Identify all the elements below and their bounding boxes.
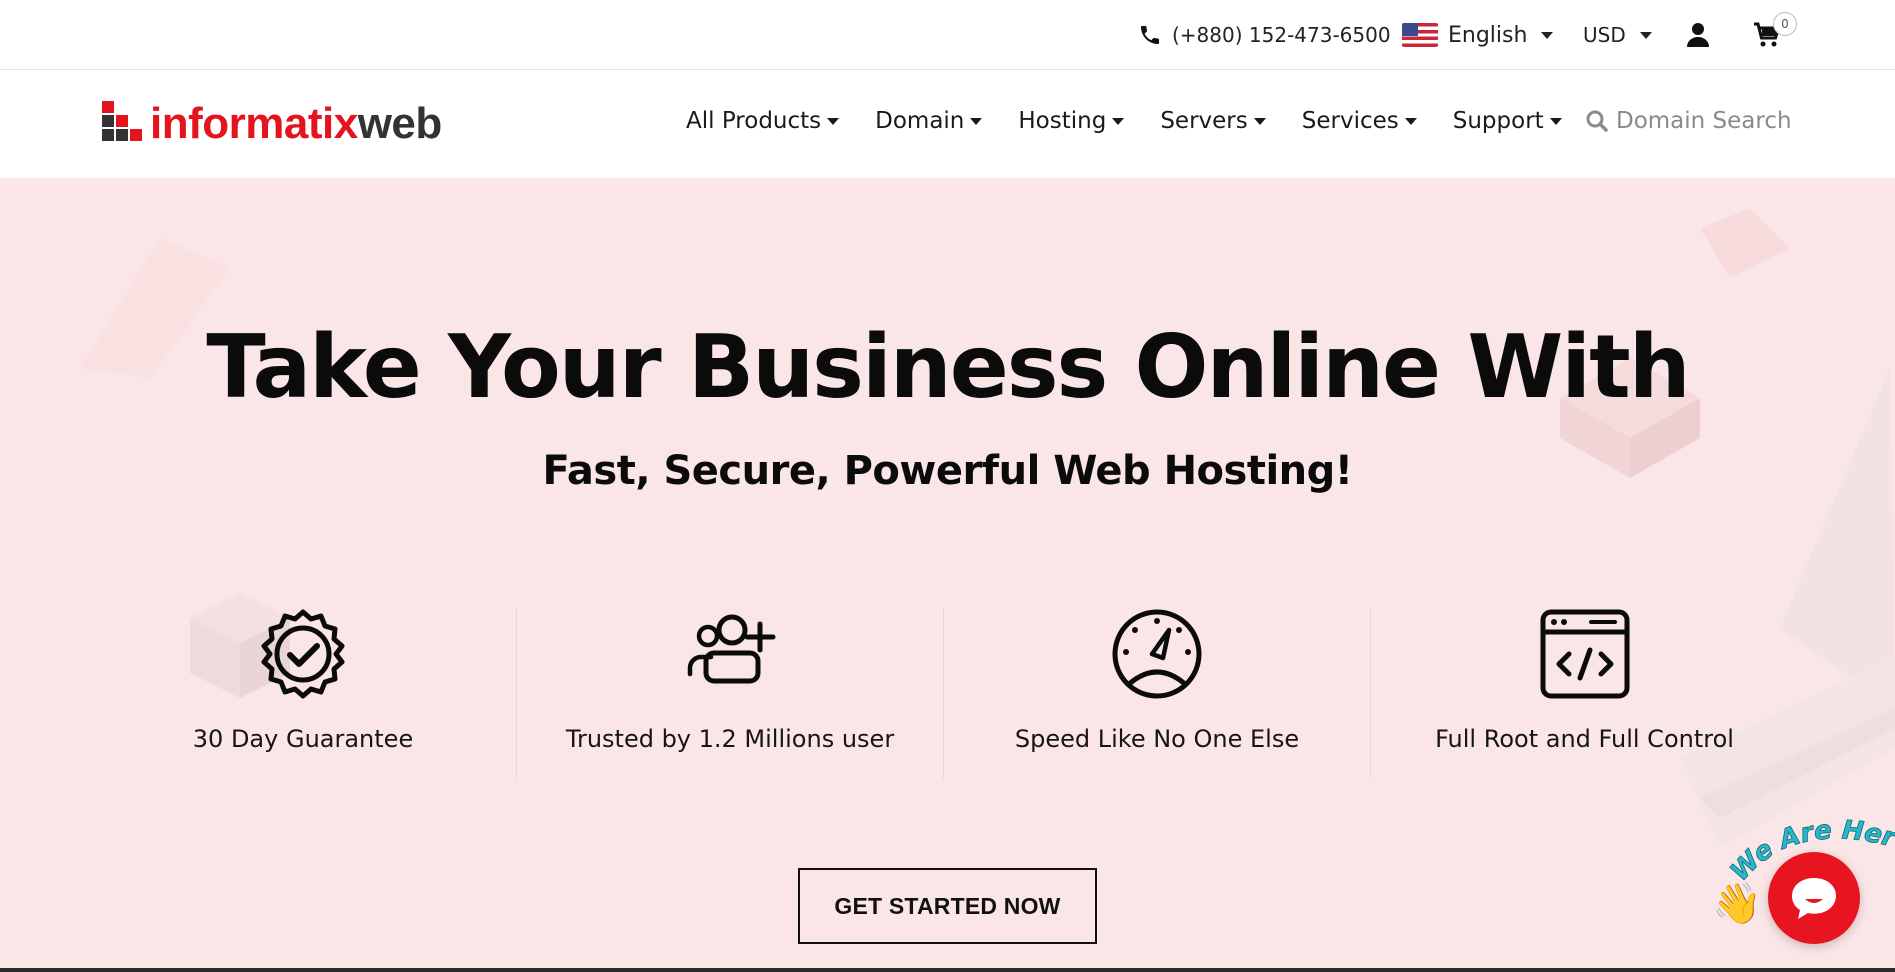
language-selector[interactable]: English xyxy=(1402,18,1554,52)
hero-subtitle: Fast, Secure, Powerful Web Hosting! xyxy=(542,448,1353,494)
domain-search-label: Domain Search xyxy=(1616,108,1792,134)
currency-label: USD xyxy=(1583,23,1626,47)
chevron-down-icon xyxy=(1541,31,1554,39)
logo-wordmark: informatixweb xyxy=(150,102,442,146)
phone-number: (+880) 152-473-6500 xyxy=(1172,23,1391,47)
phone-icon xyxy=(1141,26,1159,44)
badge-check-icon xyxy=(261,609,345,699)
speedometer-icon xyxy=(1112,609,1202,699)
user-plus-icon xyxy=(687,614,776,684)
hero-section: Take Your Business Online With Fast, Sec… xyxy=(0,178,1895,972)
chevron-down-icon xyxy=(1404,117,1417,125)
nav-label: Support xyxy=(1452,108,1544,134)
currency-selector[interactable]: USD xyxy=(1583,18,1652,52)
feature-item: Speed Like No One Else xyxy=(944,608,1371,778)
chevron-down-icon xyxy=(1253,117,1266,125)
chat-button[interactable] xyxy=(1768,852,1860,944)
us-flag-icon xyxy=(1402,23,1438,47)
cart-count-badge: 0 xyxy=(1773,12,1797,36)
feature-list: 30 Day Guarantee Trusted by 1.2 Millions… xyxy=(90,608,1800,778)
user-icon xyxy=(1687,23,1709,47)
nav-label: Servers xyxy=(1160,108,1248,134)
feature-item: Trusted by 1.2 Millions user xyxy=(517,608,944,778)
site-logo[interactable]: informatixweb xyxy=(102,100,442,148)
account-button[interactable] xyxy=(1686,18,1710,52)
search-icon xyxy=(1586,110,1608,132)
page-bottom-divider xyxy=(0,968,1895,972)
language-label: English xyxy=(1448,22,1528,48)
logo-mark-icon xyxy=(102,101,148,147)
nav-label: All Products xyxy=(686,108,822,134)
logo-text-red: informatix xyxy=(150,99,358,148)
main-navbar: informatixweb All Products Domain Hostin… xyxy=(0,70,1895,178)
domain-search-link[interactable]: Domain Search xyxy=(1586,108,1792,134)
phone-contact[interactable]: (+880) 152-473-6500 xyxy=(1138,18,1391,52)
waving-hand-icon: 👋 xyxy=(1712,881,1762,927)
decorative-shape-right xyxy=(1700,208,1790,278)
chevron-down-icon xyxy=(970,117,983,125)
chevron-down-icon xyxy=(1639,31,1652,39)
nav-label: Hosting xyxy=(1018,108,1107,134)
feature-label: Speed Like No One Else xyxy=(1014,725,1300,753)
feature-item: Full Root and Full Control xyxy=(1371,608,1798,778)
cart-button[interactable]: 0 xyxy=(1753,12,1797,52)
nav-all-products[interactable]: All Products xyxy=(686,108,840,134)
nav-hosting[interactable]: Hosting xyxy=(1018,108,1125,134)
chat-bubble-icon xyxy=(1792,878,1836,919)
chevron-down-icon xyxy=(1112,117,1125,125)
feature-item: 30 Day Guarantee xyxy=(90,608,517,778)
code-window-icon xyxy=(1540,609,1629,699)
top-utility-bar: (+880) 152-473-6500 English USD 0 xyxy=(0,0,1895,70)
primary-nav: All Products Domain Hosting Servers Serv… xyxy=(686,108,1598,134)
get-started-button[interactable]: GET STARTED NOW xyxy=(798,868,1097,944)
nav-domain[interactable]: Domain xyxy=(875,108,983,134)
nav-label: Services xyxy=(1301,108,1399,134)
feature-label: 30 Day Guarantee xyxy=(192,725,414,753)
nav-support[interactable]: Support xyxy=(1453,108,1562,134)
nav-label: Domain xyxy=(875,108,965,134)
logo-text-dark: web xyxy=(357,99,443,148)
nav-servers[interactable]: Servers xyxy=(1160,108,1266,134)
hero-title: Take Your Business Online With xyxy=(206,316,1690,418)
feature-label: Full Root and Full Control xyxy=(1435,725,1734,753)
nav-services[interactable]: Services xyxy=(1302,108,1417,134)
chevron-down-icon xyxy=(1549,117,1562,125)
feature-label: Trusted by 1.2 Millions user xyxy=(565,725,895,753)
chevron-down-icon xyxy=(827,117,840,125)
